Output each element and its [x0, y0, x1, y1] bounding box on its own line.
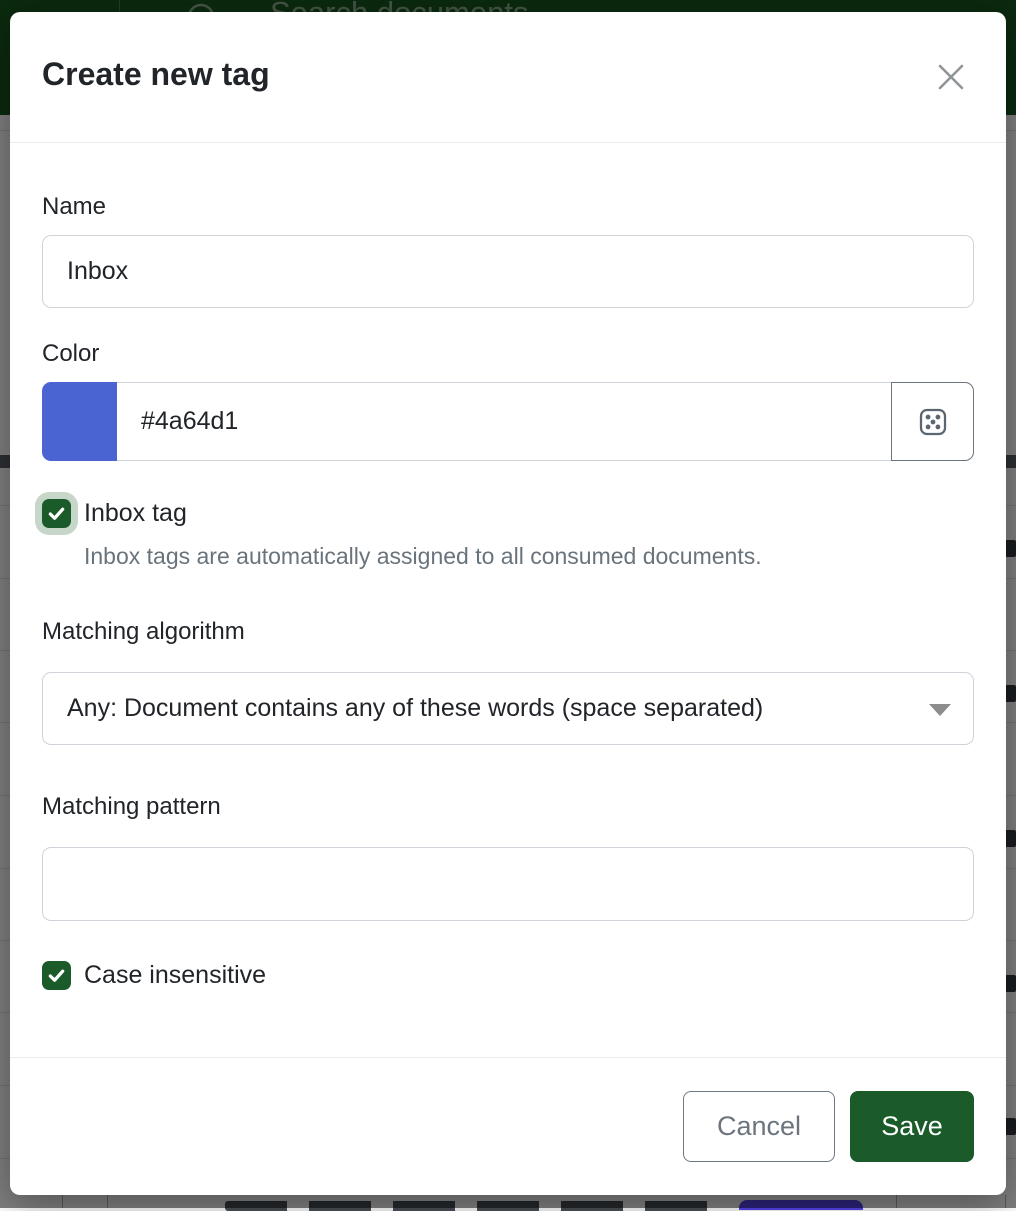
close-button[interactable] [932, 58, 970, 96]
inbox-tag-label[interactable]: Inbox tag [84, 499, 187, 528]
matching-algorithm-value: Any: Document contains any of these word… [67, 694, 763, 723]
matching-pattern-input[interactable] [42, 847, 974, 921]
color-label: Color [42, 340, 974, 368]
x-icon [934, 60, 968, 94]
color-input-group [42, 382, 974, 461]
case-insensitive-label[interactable]: Case insensitive [84, 961, 266, 990]
cancel-button[interactable]: Cancel [683, 1091, 835, 1162]
dialog-footer: Cancel Save [10, 1057, 1006, 1195]
caret-down-icon [929, 704, 951, 716]
case-insensitive-checkbox-row: Case insensitive [42, 961, 974, 990]
inbox-tag-checkbox[interactable] [42, 499, 71, 528]
dice-5-icon [917, 406, 949, 438]
random-color-button[interactable] [891, 382, 974, 461]
matching-pattern-group: Matching pattern [42, 793, 974, 921]
case-insensitive-checkbox[interactable] [42, 961, 71, 990]
check-icon [47, 966, 66, 985]
check-icon [47, 504, 66, 523]
color-input[interactable] [117, 382, 892, 461]
color-swatch [42, 382, 117, 461]
matching-algorithm-group: Matching algorithm Any: Document contain… [42, 618, 974, 745]
dialog-header: Create new tag [10, 12, 1006, 143]
create-tag-dialog: Create new tag Name Color [10, 12, 1006, 1195]
matching-algorithm-select[interactable]: Any: Document contains any of these word… [42, 672, 974, 745]
name-label: Name [42, 193, 974, 221]
inbox-tag-group: Inbox tag Inbox tags are automatically a… [42, 499, 974, 570]
matching-algorithm-label: Matching algorithm [42, 618, 974, 646]
dialog-body: Name Color [10, 143, 1006, 1057]
save-button[interactable]: Save [850, 1091, 974, 1162]
inbox-tag-help: Inbox tags are automatically assigned to… [84, 542, 974, 570]
name-field-group: Name [42, 193, 974, 308]
dialog-title: Create new tag [42, 56, 270, 92]
case-insensitive-group: Case insensitive [42, 961, 974, 990]
name-input[interactable] [42, 235, 974, 308]
inbox-tag-checkbox-row: Inbox tag [42, 499, 974, 528]
matching-pattern-label: Matching pattern [42, 793, 974, 821]
color-field-group: Color [42, 340, 974, 461]
